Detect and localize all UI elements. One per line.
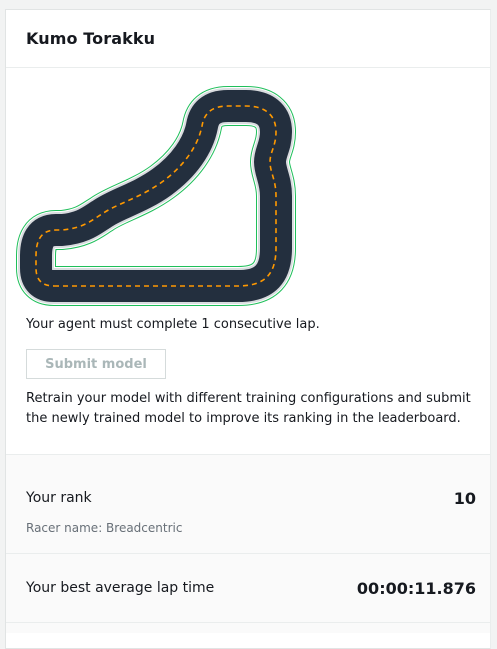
track-card: Kumo Torakku Your agent must complete 1 … (5, 9, 491, 649)
track-asphalt (36, 106, 276, 286)
card-header: Kumo Torakku (6, 10, 490, 68)
rank-label: Your rank (26, 490, 92, 506)
lap-time-section: Your best average lap time 00:00:11.876 (6, 553, 490, 633)
retrain-instructions: Retrain your model with different traini… (26, 391, 471, 426)
lap-time-value: 00:00:11.876 (356, 579, 476, 598)
rank-value: 10 (453, 489, 476, 508)
track-image (6, 68, 492, 318)
track-title: Kumo Torakku (26, 29, 156, 48)
bottom-divider (6, 622, 490, 623)
racer-name: Racer name: Breadcentric (26, 521, 183, 535)
lap-time-label: Your best average lap time (26, 580, 215, 596)
track-map (6, 68, 492, 318)
rank-section: Your rank 10 Racer name: Breadcentric (6, 454, 490, 553)
lap-requirement-text: Your agent must complete 1 consecutive l… (26, 317, 320, 332)
submit-model-button[interactable]: Submit model (26, 349, 166, 379)
